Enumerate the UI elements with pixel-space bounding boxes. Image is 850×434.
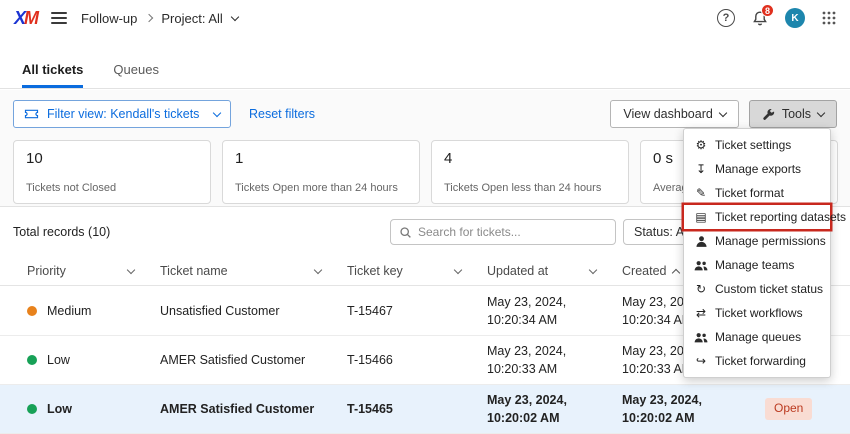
column-header-updated-at[interactable]: Updated at	[487, 257, 622, 285]
tools-menu: ⚙ Ticket settings ↧ Manage exports ✎ Ticket f…	[683, 128, 831, 378]
tools-menu-item-label: Ticket forwarding	[715, 354, 806, 368]
tools-menu-item-label: Manage exports	[715, 162, 801, 176]
breadcrumb-project[interactable]: Project: All	[161, 11, 222, 26]
stat-card-open-less-24h: 4 Tickets Open less than 24 hours	[431, 140, 629, 204]
chevron-down-icon	[314, 265, 322, 273]
chevron-down-icon	[454, 265, 462, 273]
tools-menu-item-label: Ticket settings	[715, 138, 791, 152]
tools-menu-item[interactable]: ↪ Ticket forwarding	[684, 349, 830, 373]
filter-view-label: Filter view: Kendall's tickets	[47, 107, 199, 121]
tools-menu-item-label: Custom ticket status	[715, 282, 823, 296]
tools-menu-item[interactable]: ↧ Manage exports	[684, 157, 830, 181]
chevron-down-icon	[213, 108, 221, 116]
tools-menu-item-label: Manage teams	[715, 258, 794, 272]
hamburger-menu-icon[interactable]	[51, 12, 67, 24]
priority-dot	[27, 306, 37, 316]
topbar-actions: 8 K	[717, 8, 836, 28]
top-bar: XM Follow-up Project: All 8 K	[0, 0, 850, 36]
tab-all-tickets[interactable]: All tickets	[22, 52, 83, 88]
stat-value: 1	[235, 150, 407, 167]
teams-icon	[694, 259, 708, 272]
avatar[interactable]: K	[785, 8, 805, 28]
tools-menu-item[interactable]: ⇄ Ticket workflows	[684, 301, 830, 325]
stat-card-open-more-24h: 1 Tickets Open more than 24 hours	[222, 140, 420, 204]
tools-button[interactable]: Tools	[749, 100, 837, 128]
created-cell: May 23, 2024, 10:20:02 AM	[622, 391, 765, 427]
ticket-name-cell: AMER Satisfied Customer	[160, 351, 347, 369]
stat-value: 10	[26, 150, 198, 167]
breadcrumb-app[interactable]: Follow-up	[81, 11, 137, 26]
tools-menu-item[interactable]: ↻ Custom ticket status	[684, 277, 830, 301]
notification-badge: 8	[761, 4, 774, 17]
column-header-priority[interactable]: Priority	[27, 257, 160, 285]
xm-logo: XM	[14, 8, 37, 29]
stat-card-not-closed: 10 Tickets not Closed	[13, 140, 211, 204]
filter-view-dropdown[interactable]: Filter view: Kendall's tickets	[13, 100, 231, 128]
permissions-icon	[694, 235, 708, 248]
updated-at-cell: May 23, 2024, 10:20:33 AM	[487, 342, 622, 378]
column-header-ticket-name[interactable]: Ticket name	[160, 257, 347, 285]
workflow-icon: ⇄	[694, 306, 708, 320]
apps-grid-icon[interactable]	[822, 11, 836, 25]
ticket-key-cell: T-15465	[347, 400, 487, 418]
table-row[interactable]: Low AMER Satisfied Customer T-15465 May …	[0, 385, 850, 434]
chevron-down-icon	[719, 108, 727, 116]
ticket-icon	[24, 108, 39, 120]
forward-icon: ↪	[694, 354, 708, 368]
chevron-down-icon	[589, 265, 597, 273]
tools-menu-item-label: Ticket reporting datasets	[715, 210, 846, 224]
priority-dot	[27, 355, 37, 365]
help-icon[interactable]	[717, 9, 735, 27]
reset-filters-link[interactable]: Reset filters	[249, 107, 315, 121]
stat-label: Tickets not Closed	[26, 182, 198, 194]
chevron-right-icon	[145, 14, 153, 22]
status-icon: ↻	[694, 282, 708, 296]
chevron-down-icon	[127, 265, 135, 273]
tools-menu-item[interactable]: ✎ Ticket format	[684, 181, 830, 205]
tab-queues[interactable]: Queues	[113, 52, 159, 88]
stat-value: 4	[444, 150, 616, 167]
ticket-search	[390, 219, 616, 245]
priority-cell: Low	[27, 351, 160, 369]
stat-label: Tickets Open more than 24 hours	[235, 182, 407, 194]
status-cell: Open	[765, 398, 850, 419]
tab-bar: All tickets Queues	[0, 52, 850, 89]
total-records-label: Total records (10)	[13, 225, 110, 239]
ticket-key-cell: T-15467	[347, 302, 487, 320]
chevron-down-icon[interactable]	[231, 12, 239, 20]
sort-ascending-icon	[672, 268, 680, 276]
tools-menu-item[interactable]: Manage queues	[684, 325, 830, 349]
queue-icon	[694, 331, 708, 344]
tools-menu-item[interactable]: Manage permissions	[684, 229, 830, 253]
pencil-icon: ✎	[694, 186, 708, 200]
export-icon: ↧	[694, 162, 708, 176]
chevron-down-icon	[817, 108, 825, 116]
tools-menu-item-label: Ticket format	[715, 186, 784, 200]
tools-menu-item[interactable]: ▤Ticket reporting datasets	[684, 205, 830, 229]
notifications-button[interactable]: 8	[752, 10, 768, 27]
tools-menu-item-label: Ticket workflows	[715, 306, 803, 320]
gear-icon: ⚙	[694, 138, 708, 152]
wrench-icon	[762, 108, 775, 121]
status-badge: Open	[765, 398, 812, 419]
priority-cell: Medium	[27, 302, 160, 320]
tools-menu-item[interactable]: Manage teams	[684, 253, 830, 277]
ticket-key-cell: T-15466	[347, 351, 487, 369]
priority-dot	[27, 404, 37, 414]
updated-at-cell: May 23, 2024, 10:20:34 AM	[487, 293, 622, 329]
breadcrumb: Follow-up Project: All	[81, 11, 238, 26]
stat-label: Tickets Open less than 24 hours	[444, 182, 616, 194]
datasets-icon: ▤	[694, 210, 708, 224]
search-icon	[399, 226, 412, 239]
tools-menu-item[interactable]: ⚙ Ticket settings	[684, 133, 830, 157]
tools-menu-item-label: Manage permissions	[715, 234, 826, 248]
tools-menu-item-label: Manage queues	[715, 330, 801, 344]
search-input[interactable]	[418, 225, 607, 239]
updated-at-cell: May 23, 2024, 10:20:02 AM	[487, 391, 622, 427]
column-header-ticket-key[interactable]: Ticket key	[347, 257, 487, 285]
ticket-name-cell: AMER Satisfied Customer	[160, 400, 347, 418]
view-dashboard-button[interactable]: View dashboard	[610, 100, 738, 128]
ticket-name-cell: Unsatisfied Customer	[160, 302, 347, 320]
priority-cell: Low	[27, 400, 160, 418]
